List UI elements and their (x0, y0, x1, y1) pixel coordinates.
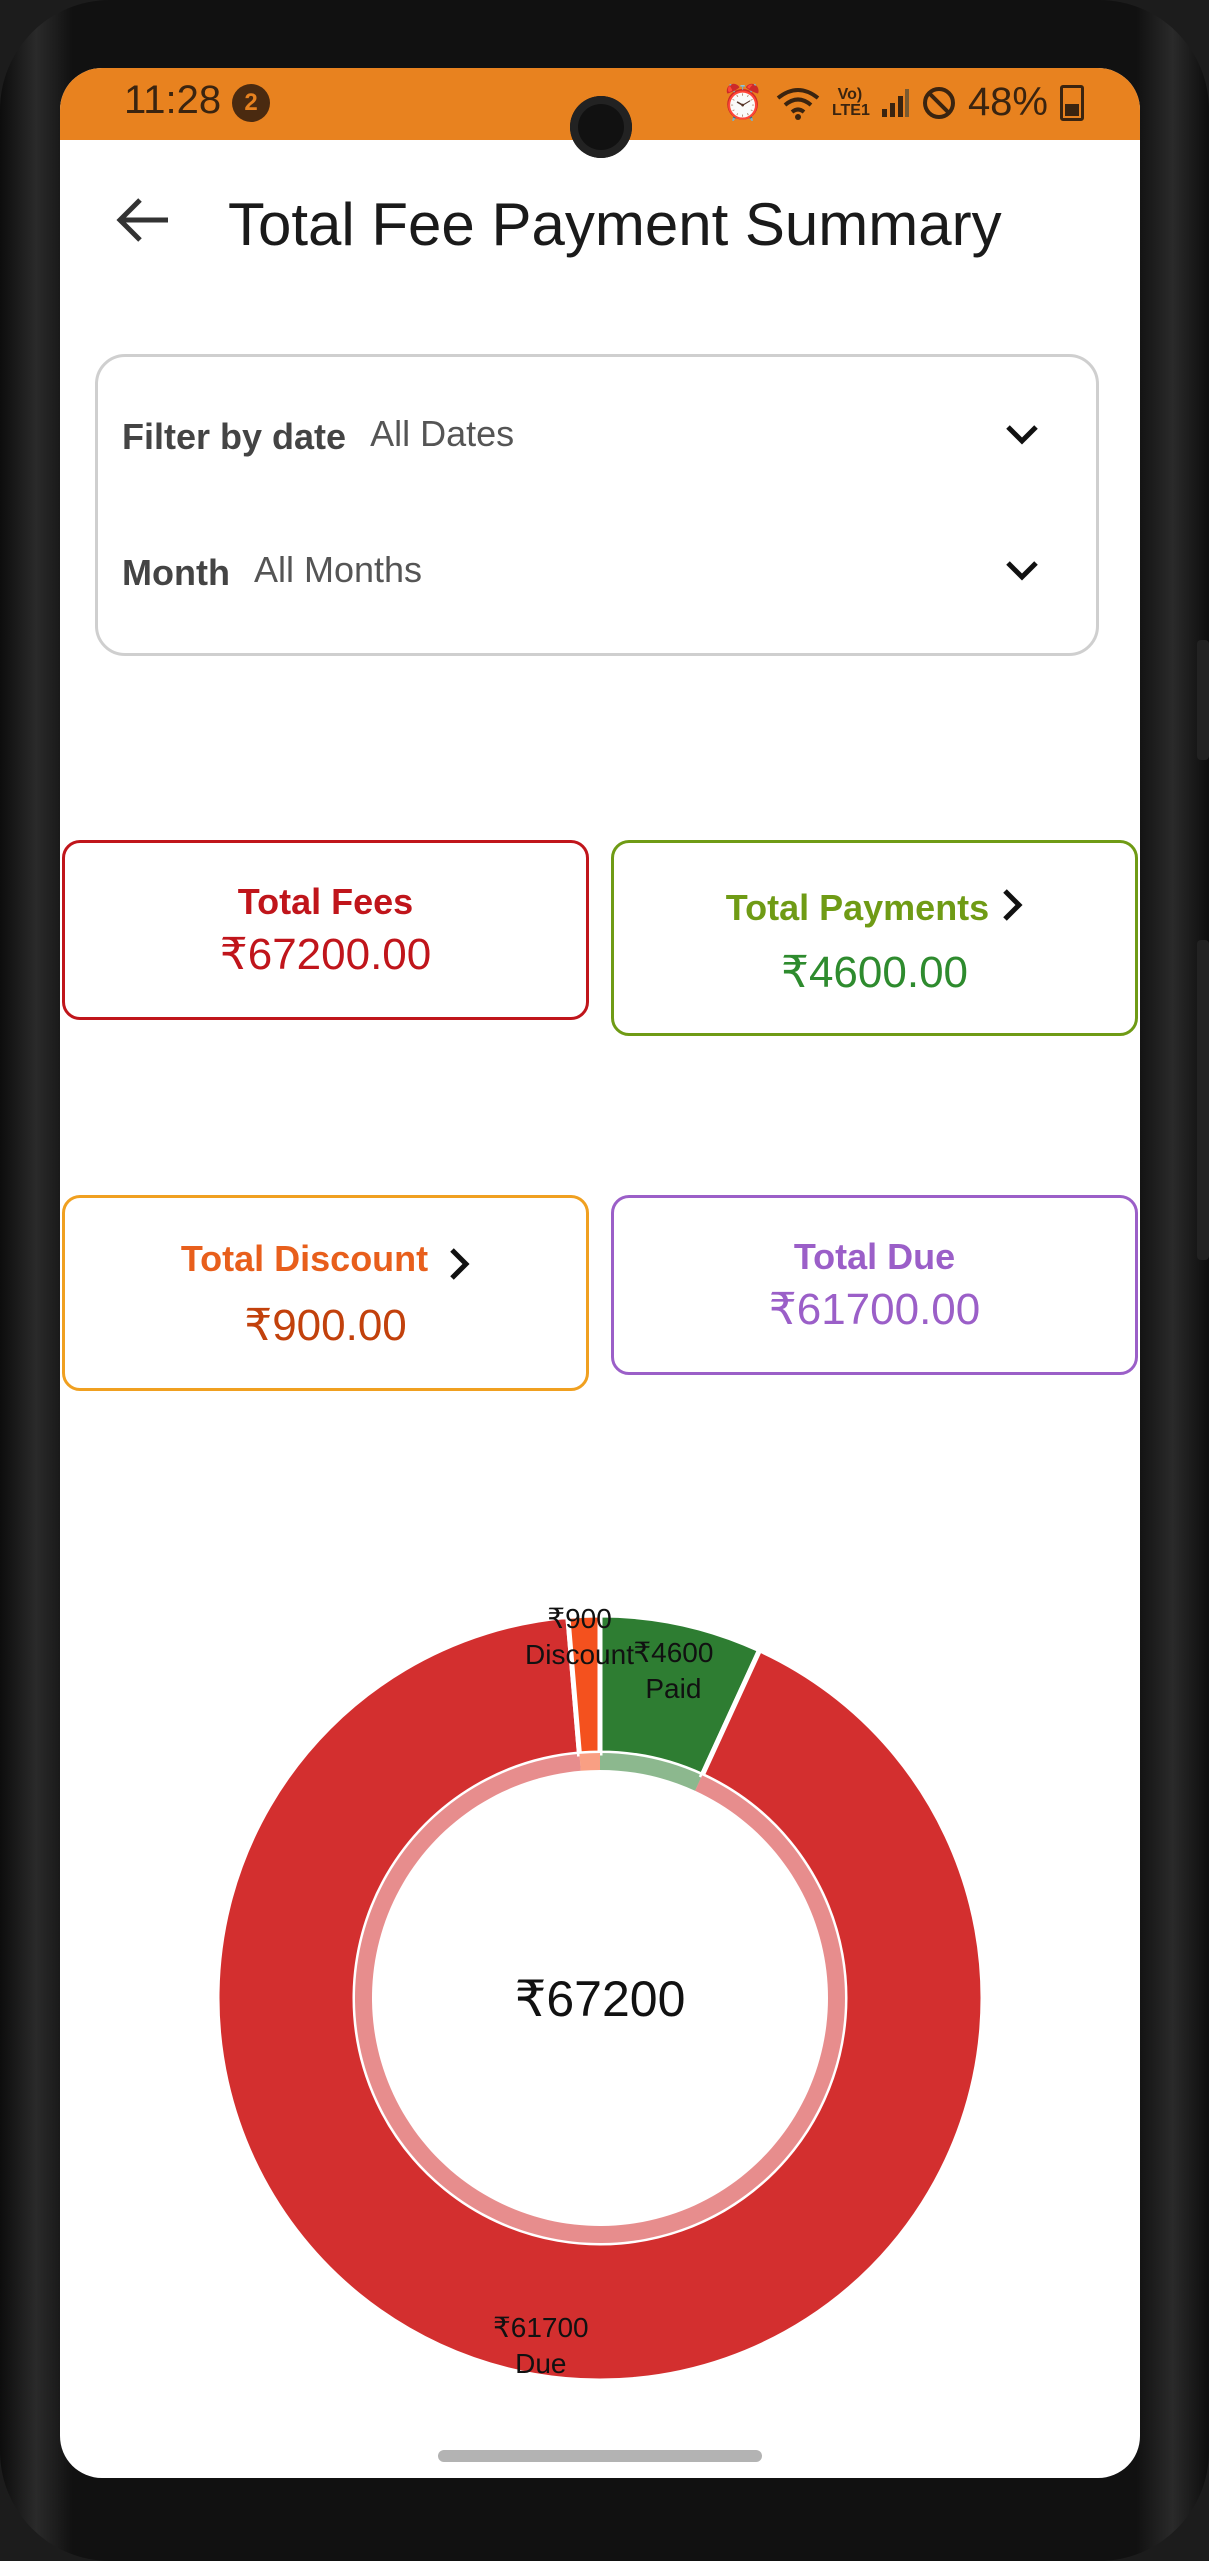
total-payments-value: ₹4600.00 (780, 948, 969, 997)
total-fees-label: Total Fees (237, 881, 414, 922)
date-filter-value: All Dates (370, 413, 515, 454)
chevron-down-icon (1006, 425, 1038, 445)
total-fees-value: ₹67200.00 (219, 930, 432, 979)
do-not-disturb-icon (922, 86, 955, 119)
total-due-value: ₹61700.00 (768, 1285, 981, 1334)
battery-percent: 48% (967, 80, 1048, 124)
app-bar: Total Fee Payment Summary (60, 140, 1140, 300)
total-due-label: Total Due (793, 1236, 956, 1277)
screen: 11:28 2 ⏰ Vo) LTE1 48% Total Fee Payment… (60, 68, 1140, 2478)
filter-card: Filter by date All Dates Month All Month… (95, 354, 1099, 656)
month-filter-label: Month (122, 552, 230, 593)
arrow-left-icon (116, 198, 168, 242)
total-discount-value: ₹900.00 (244, 1301, 407, 1350)
month-filter-value: All Months (253, 549, 423, 590)
wifi-icon (776, 87, 820, 120)
notification-badge: 2 (232, 84, 270, 122)
pie-inner-ring-discount (579, 1753, 600, 1771)
total-fees-card: Total Fees ₹67200.00 (62, 840, 589, 1020)
date-filter-dropdown[interactable]: Filter by date All Dates (122, 397, 1072, 477)
network-type-label: Vo) LTE1 (831, 85, 870, 119)
chart-center-total: ₹67200 (515, 1971, 686, 2027)
back-button[interactable] (104, 180, 184, 260)
month-filter-dropdown[interactable]: Month All Months (122, 533, 1072, 613)
signal-icon (881, 88, 909, 117)
date-filter-label: Filter by date (122, 416, 347, 457)
chevron-right-icon (450, 1248, 470, 1280)
fee-donut-chart: ₹4600 Paid₹61700 Due₹900 Discount₹67200 (214, 1603, 986, 2384)
status-time: 11:28 (124, 78, 222, 122)
total-due-card: Total Due ₹61700.00 (611, 1195, 1138, 1375)
page-title: Total Fee Payment Summary (228, 191, 1002, 258)
total-discount-card[interactable]: Total Discount ₹900.00 (62, 1195, 589, 1391)
total-payments-card[interactable]: Total Payments ₹4600.00 (611, 840, 1138, 1036)
chevron-right-icon (1003, 889, 1023, 921)
alarm-icon: ⏰ (721, 83, 764, 122)
volume-button (1197, 940, 1209, 1260)
chevron-down-icon (1006, 561, 1038, 581)
status-icons: ⏰ Vo) LTE1 48% (722, 80, 1084, 125)
total-payments-label: Total Payments (725, 887, 990, 928)
battery-icon (1060, 84, 1084, 121)
phone-frame: 11:28 2 ⏰ Vo) LTE1 48% Total Fee Payment… (0, 0, 1209, 2561)
home-gesture-bar[interactable] (438, 2450, 762, 2462)
power-button (1197, 640, 1209, 760)
